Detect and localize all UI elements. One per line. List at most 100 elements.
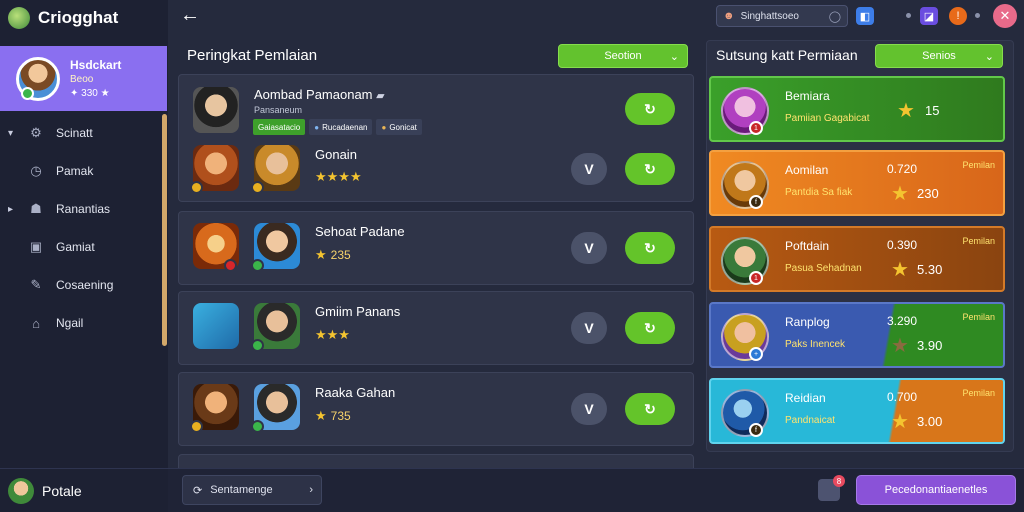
clock-icon: ◷ (30, 163, 42, 178)
dot-icon (975, 13, 980, 18)
vote-button[interactable]: V (571, 153, 607, 185)
chevron-down-icon[interactable]: ▾ (8, 128, 13, 139)
bottom-search-input[interactable]: ⟳ Sentamenge › (182, 475, 322, 505)
thumbnail (251, 145, 300, 194)
thumbnail (190, 145, 239, 194)
profile-subtitle: Beoo (70, 74, 94, 85)
list-item[interactable]: Gmiim Panans ★★★ V ↻ (178, 291, 694, 365)
dot-icon (906, 13, 911, 18)
sidebar-item-label: Pamak (56, 164, 94, 178)
play-button[interactable]: ↻ (625, 153, 675, 185)
chevron-right-icon[interactable]: ▸ (8, 204, 13, 215)
chevron-down-icon: ⌄ (984, 50, 994, 63)
tag[interactable]: ● Gonicat (376, 119, 422, 135)
footer-avatar (8, 477, 34, 504)
leaderboard-card[interactable]: 1 Bemiara Pamiian Gagabicat ★ 15 (709, 76, 1005, 142)
rating-score: 735 (330, 409, 351, 423)
vote-button[interactable]: V (571, 232, 607, 264)
thumbnail (251, 384, 300, 433)
search-icon[interactable]: ◯ (829, 10, 841, 23)
sidebar-item-pamak[interactable]: ◷ Pamak (0, 152, 168, 190)
notification-icon[interactable]: 8 (818, 475, 845, 501)
badge-icon (251, 259, 264, 272)
card-title: Bemiara (785, 89, 830, 103)
play-button[interactable]: ↻ (625, 232, 675, 264)
star-icon: ★ (891, 259, 909, 281)
ranking-list: Aombad Pamaonam ▰ Pansaneum Gaiasatacio … (178, 74, 694, 470)
brand[interactable]: Criogghat (0, 0, 168, 36)
vote-button[interactable]: V (571, 312, 607, 344)
sidebar-item-scinatt[interactable]: ▾ ⚙ Scinatt (0, 114, 168, 152)
app-logo-icon (8, 7, 30, 29)
badge-icon: f (749, 423, 763, 437)
sidebar-item-ranantias[interactable]: ▸ ☗ Ranantias (0, 190, 168, 228)
play-button[interactable]: ↻ (625, 393, 675, 425)
online-badge-icon (21, 86, 34, 100)
trophy-icon: ✦ (70, 88, 79, 99)
sidebar-item-gamiat[interactable]: ▣ Gamiat (0, 228, 168, 266)
leaderboard-card[interactable]: 1 Poftdain Pasua Sehadnan 0.390 Pemilan … (709, 226, 1005, 292)
star-rating: ★★★★ (315, 169, 362, 184)
close-icon[interactable]: ✕ (993, 4, 1017, 28)
vote-button[interactable]: V (571, 393, 607, 425)
side-filter-dropdown[interactable]: Senios ⌄ (875, 44, 1003, 68)
tag[interactable]: Gaiasatacio (253, 119, 306, 135)
alert-icon[interactable]: ! (949, 7, 967, 25)
sidebar-item-ngail[interactable]: ⌂ Ngail (0, 304, 168, 342)
leaderboard-card[interactable]: f Aomilan Pantdia Sa fiak 0.720 Pemilan … (709, 150, 1005, 216)
play-button[interactable]: ↻ (625, 312, 675, 344)
coin-icon (190, 420, 203, 433)
sidebar-nav: ▾ ⚙ Scinatt ◷ Pamak ▸ ☗ Ranantias ▣ Gamiat ✎ Co… (0, 114, 168, 342)
search-input[interactable]: ☻ Singhattsoeo ◯ (716, 5, 848, 27)
bottom-bar: ⟳ Sentamenge › 8 Pecedonantiaenetles (168, 468, 1024, 512)
side-title: Sutsung katt Permiaan (716, 47, 858, 63)
group-icon: ☗ (30, 201, 42, 216)
thumbnail (193, 87, 239, 133)
chat-icon[interactable]: ◪ (920, 7, 938, 25)
tag[interactable]: ● Rucadaenan (309, 119, 373, 135)
sidebar-footer[interactable]: Potale (0, 468, 168, 512)
card-title: Gmiim Panans (315, 304, 401, 319)
thumbnail (193, 303, 239, 349)
card-title: Sehoat Padane (315, 224, 405, 239)
card-score: 0.390 (887, 238, 918, 252)
search-text: Singhattsoeo (740, 10, 799, 22)
cta-button[interactable]: Pecedonantiaenetles (856, 475, 1016, 505)
star-icon: ★ (315, 247, 327, 262)
card-subtitle: Paks Inencek (785, 339, 846, 350)
card-subtitle: Pandnaicat (785, 415, 836, 426)
star-icon: ★ (100, 88, 110, 99)
sidebar: Criogghat Hsdckart Beoo ✦ 330 ★ ▾ ⚙ Scinat… (0, 0, 168, 512)
card-tag: Pemilan (962, 160, 995, 170)
back-arrow-icon[interactable]: ← (180, 4, 200, 27)
card-subtitle: Pansaneum (254, 105, 303, 115)
card-value: 15 (925, 103, 940, 118)
main-title: Peringkat Pemlaian (187, 47, 318, 64)
card-value: 5.30 (917, 262, 943, 277)
star-rating: ★ 735 (315, 408, 351, 424)
list-item[interactable]: Aombad Pamaonam ▰ Pansaneum Gaiasatacio … (178, 74, 694, 202)
card-title: Reidian (785, 391, 826, 405)
badge-icon: 1 (749, 121, 763, 135)
leaderboard-card[interactable]: f Reidian Pandnaicat 0.700 Pemilan ★ 3.0… (709, 378, 1005, 444)
sidebar-scrollbar[interactable] (162, 114, 167, 346)
flag-icon[interactable]: ◧ (856, 7, 874, 25)
profile-card[interactable]: Hsdckart Beoo ✦ 330 ★ (0, 46, 167, 111)
sidebar-item-cosaening[interactable]: ✎ Cosaening (0, 266, 168, 304)
card-title-text: Aombad Pamaonam (254, 87, 373, 102)
card-title: Poftdain (785, 239, 830, 253)
star-rating: ★ 235 (315, 247, 351, 263)
thumbnail (193, 223, 239, 272)
list-item[interactable]: Raaka Gahan ★ 735 V ↻ (178, 372, 694, 446)
thumbnail (190, 384, 239, 433)
play-button[interactable]: ↻ (625, 93, 675, 125)
chevron-down-icon: ⌄ (669, 50, 679, 63)
avatar: 1 (721, 237, 769, 285)
main-filter-dropdown[interactable]: Seotion ⌄ (558, 44, 688, 68)
avatar: f (721, 389, 769, 437)
list-item[interactable]: Sehoat Padane ★ 235 V ↻ (178, 211, 694, 285)
coin-icon (190, 181, 203, 194)
leaderboard-card[interactable]: + Ranplog Paks Inencek 3.290 Pemilan ★ 3… (709, 302, 1005, 368)
sidebar-item-label: Cosaening (56, 278, 114, 292)
profile-stats: ✦ 330 ★ (70, 88, 121, 99)
